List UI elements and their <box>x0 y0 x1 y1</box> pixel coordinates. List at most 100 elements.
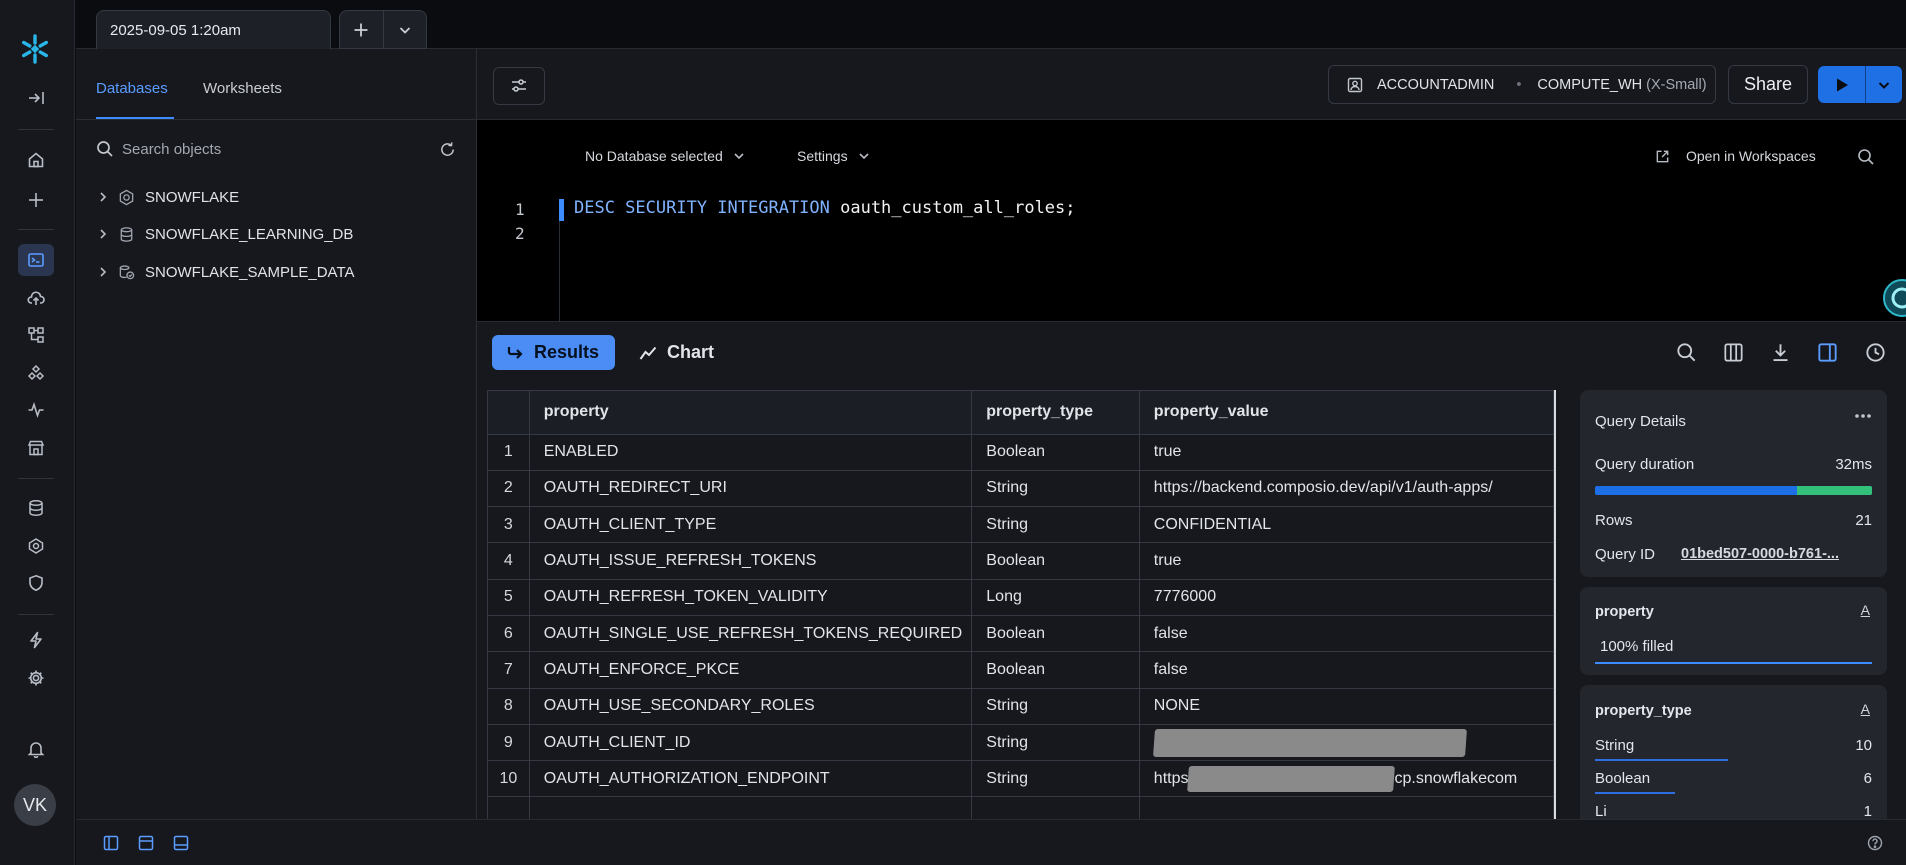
open-in-workspaces-link[interactable]: Open in Workspaces <box>1655 148 1816 164</box>
results-grid[interactable]: property property_type property_value 1E… <box>487 390 1554 819</box>
cell-property-type[interactable]: Boolean <box>971 651 1140 689</box>
toggle-results-panel-icon[interactable] <box>173 835 189 851</box>
cell-property[interactable]: OAUTH_ENFORCE_PKCE <box>529 651 973 689</box>
tab-worksheets[interactable]: Worksheets <box>203 80 282 97</box>
lightning-icon[interactable] <box>18 624 54 656</box>
tab-databases[interactable]: Databases <box>96 80 168 97</box>
table-row[interactable]: 1 ENABLED Boolean true <box>488 434 1554 471</box>
run-options-chevron-down-icon[interactable] <box>1866 66 1902 103</box>
toggle-details-panel-icon[interactable] <box>1815 340 1839 364</box>
table-row[interactable]: 10 OAUTH_AUTHORIZATION_ENDPOINT String http… <box>488 760 1554 798</box>
chevron-right-icon[interactable] <box>98 228 108 240</box>
create-icon[interactable] <box>18 184 54 216</box>
monitoring-icon[interactable] <box>18 394 54 426</box>
history-clock-icon[interactable] <box>1863 340 1887 364</box>
sql-code[interactable]: DESC SECURITY INTEGRATION oauth_custom_a… <box>574 198 1076 218</box>
chevron-right-icon[interactable] <box>98 191 108 203</box>
worksheets-icon[interactable] <box>18 244 54 276</box>
table-row[interactable]: 8 OAUTH_USE_SECONDARY_ROLES String NONE <box>488 688 1554 725</box>
notifications-bell-icon[interactable] <box>18 733 54 765</box>
cell-property-value[interactable]: CONFIDENTIAL <box>1139 506 1554 544</box>
run-play-icon[interactable] <box>1818 66 1866 103</box>
chart-tab-button[interactable]: Chart <box>639 335 714 370</box>
cell-property-value-redacted[interactable] <box>1139 724 1554 762</box>
results-search-icon[interactable] <box>1674 340 1698 364</box>
cell-property-type[interactable]: String <box>971 470 1140 508</box>
chevron-right-icon[interactable] <box>98 266 108 278</box>
tab-menu-chevron-down-icon[interactable] <box>384 11 427 48</box>
tree-item-snowflake-learning-db[interactable]: SNOWFLAKE_LEARNING_DB <box>98 222 353 246</box>
cell-property-value[interactable]: true <box>1139 434 1554 471</box>
cell-property[interactable]: OAUTH_SINGLE_USE_REFRESH_TOKENS_REQUIRED <box>529 615 973 653</box>
columns-icon[interactable] <box>1721 340 1745 364</box>
cell-property[interactable]: OAUTH_REDIRECT_URI <box>529 470 973 508</box>
assistant-bubble-icon[interactable] <box>1882 278 1906 318</box>
cell-property[interactable]: OAUTH_CLIENT_ID <box>529 724 973 762</box>
user-avatar[interactable]: VK <box>14 784 56 826</box>
table-row[interactable]: 4 OAUTH_ISSUE_REFRESH_TOKENS Boolean true <box>488 542 1554 580</box>
cell-property-type[interactable]: String <box>971 724 1140 762</box>
governance-shield-icon[interactable] <box>18 567 54 599</box>
home-icon[interactable] <box>18 144 54 176</box>
cell-property-value[interactable]: false <box>1139 615 1554 653</box>
worksheet-tab[interactable]: 2025-09-05 1:20am <box>96 10 331 50</box>
ai-ml-icon[interactable] <box>18 357 54 389</box>
cell-property-value[interactable]: 7776000 <box>1139 579 1554 616</box>
cell-property-type[interactable]: Boolean <box>971 615 1140 653</box>
cell-property[interactable]: OAUTH_USE_SECONDARY_ROLES <box>529 688 973 725</box>
grid-scrollbar[interactable] <box>1554 390 1556 819</box>
cell-property[interactable]: OAUTH_AUTHORIZATION_ENDPOINT <box>529 760 973 798</box>
tree-item-snowflake-sample-data[interactable]: SNOWFLAKE_SAMPLE_DATA <box>98 260 355 284</box>
marketplace-icon[interactable] <box>18 432 54 464</box>
cell-property[interactable]: OAUTH_REFRESH_TOKEN_VALIDITY <box>529 579 973 616</box>
cell-property-value[interactable]: true <box>1139 542 1554 580</box>
role-warehouse-selector[interactable]: ACCOUNTADMIN • COMPUTE_WH (X-Small) <box>1328 65 1716 104</box>
cell-property-type[interactable]: Boolean <box>971 434 1140 471</box>
cell-property-type[interactable]: Boolean <box>971 542 1140 580</box>
database-selector[interactable]: No Database selected <box>585 148 745 164</box>
settings-dropdown[interactable]: Settings <box>797 148 870 164</box>
cell-property-value[interactable]: https cp.snowflakecom <box>1139 760 1554 798</box>
toggle-left-panel-icon[interactable] <box>103 835 119 851</box>
table-row[interactable]: 3 OAUTH_CLIENT_TYPE String CONFIDENTIAL <box>488 506 1554 544</box>
column-header[interactable]: property_value <box>1139 391 1554 435</box>
cell-property[interactable]: OAUTH_CLIENT_TYPE <box>529 506 973 544</box>
table-row[interactable]: 6 OAUTH_SINGLE_USE_REFRESH_TOKENS_REQUIRE… <box>488 615 1554 653</box>
more-options-icon[interactable] <box>1854 413 1872 430</box>
cell-property-type[interactable]: Long <box>971 579 1140 616</box>
results-tab-button[interactable]: Results <box>492 335 615 370</box>
snowflake-logo-icon[interactable] <box>19 33 51 65</box>
cell-property-value[interactable]: https://backend.composio.dev/api/v1/auth… <box>1139 470 1554 508</box>
cell-property-type[interactable]: String <box>971 688 1140 725</box>
help-icon[interactable] <box>1867 835 1883 851</box>
sql-editor[interactable]: No Database selected Settings Open in Wo… <box>477 120 1906 321</box>
search-input[interactable]: Search objects <box>122 141 439 158</box>
query-id-link[interactable]: 01bed507-0000-b761-... <box>1681 546 1839 563</box>
expand-sidebar-icon[interactable] <box>18 82 54 114</box>
table-row[interactable]: 7 OAUTH_ENFORCE_PKCE Boolean false <box>488 651 1554 689</box>
tree-item-snowflake[interactable]: SNOWFLAKE <box>98 185 239 209</box>
cell-property-value[interactable]: false <box>1139 651 1554 689</box>
settings-gear-icon[interactable] <box>18 662 54 694</box>
table-row[interactable]: 9 OAUTH_CLIENT_ID String <box>488 724 1554 762</box>
cell-property-type[interactable]: String <box>971 506 1140 544</box>
editor-search-icon[interactable] <box>1857 148 1875 166</box>
cell-property[interactable]: OAUTH_ISSUE_REFRESH_TOKENS <box>529 542 973 580</box>
cell-property-value[interactable]: NONE <box>1139 688 1554 725</box>
data-catalog-icon[interactable] <box>18 492 54 524</box>
cell-property[interactable]: ENABLED <box>529 434 973 471</box>
column-header[interactable]: property <box>529 391 973 435</box>
projects-icon[interactable] <box>18 319 54 351</box>
data-upload-icon[interactable] <box>18 282 54 314</box>
share-button[interactable]: Share <box>1728 65 1808 104</box>
table-row[interactable] <box>488 796 1554 819</box>
table-row[interactable]: 5 OAUTH_REFRESH_TOKEN_VALIDITY Long 7776000 <box>488 579 1554 616</box>
toggle-editor-panel-icon[interactable] <box>138 835 154 851</box>
object-search[interactable]: Search objects <box>96 137 456 161</box>
new-tab-plus-icon[interactable] <box>340 11 384 48</box>
column-header[interactable]: property_type <box>971 391 1140 435</box>
cell-property-type[interactable]: String <box>971 760 1140 798</box>
download-icon[interactable] <box>1768 340 1792 364</box>
table-row[interactable]: 2 OAUTH_REDIRECT_URI String https://backend… <box>488 470 1554 508</box>
filter-settings-button[interactable] <box>493 67 545 105</box>
